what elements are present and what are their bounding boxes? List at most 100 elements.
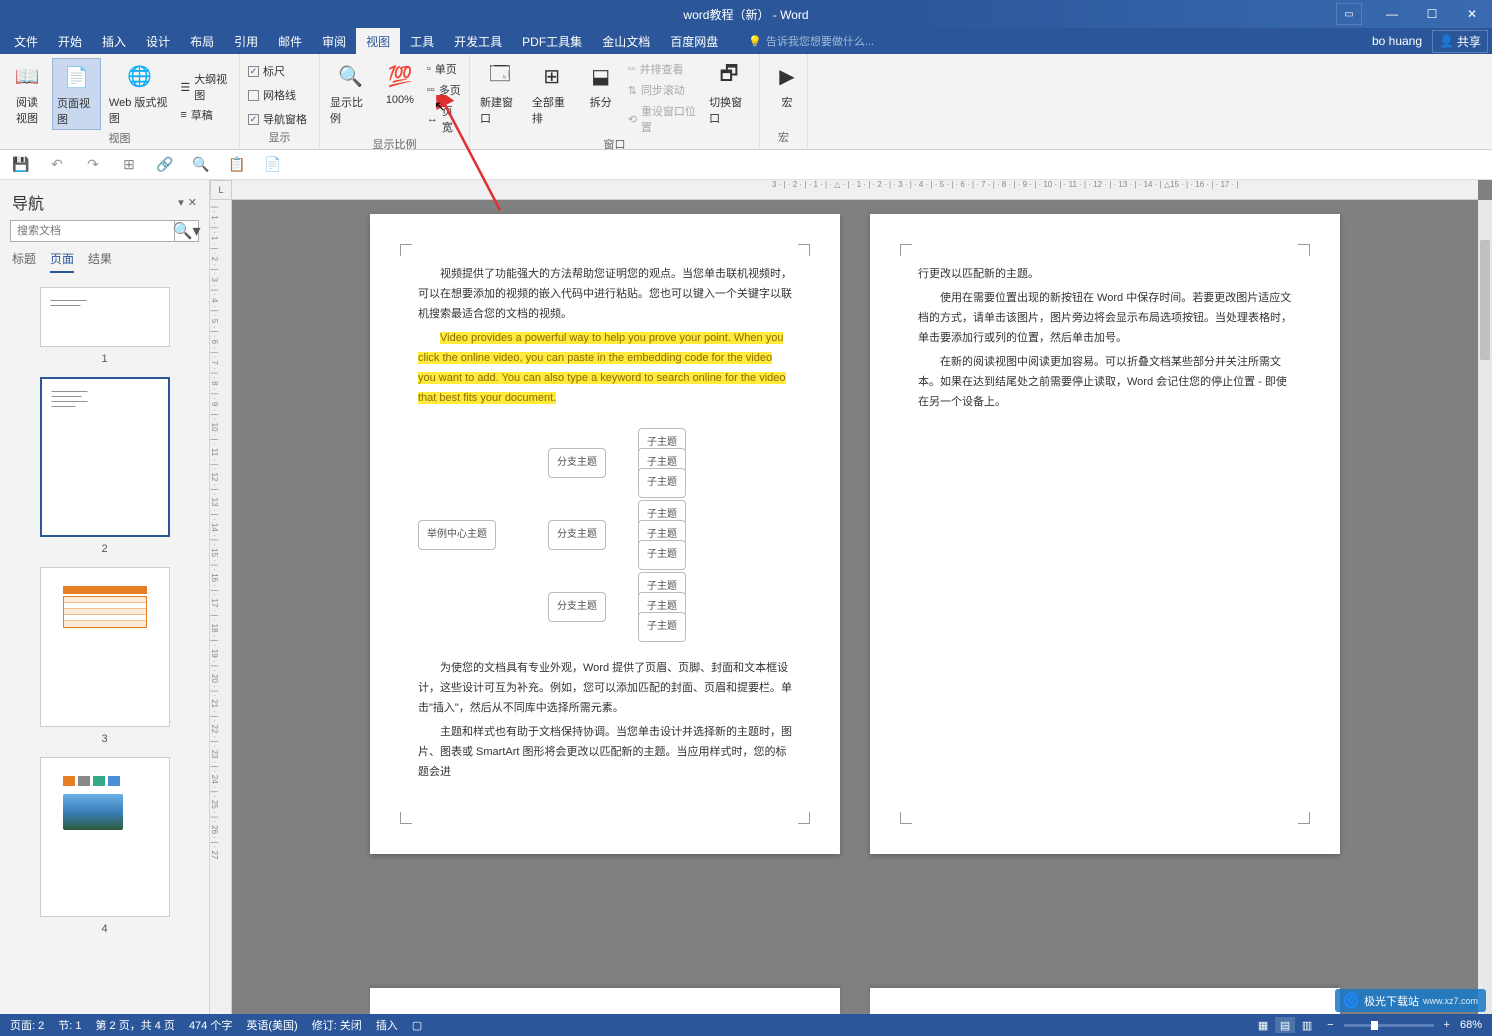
sync-scroll-button[interactable]: ⇅同步滚动: [626, 81, 701, 99]
nav-dropdown-icon[interactable]: ▾: [178, 196, 184, 209]
doc-paragraph: 使用在需要位置出现的新按钮在 Word 中保存时间。若要更改图片适应文档的方式，…: [918, 288, 1292, 348]
status-section[interactable]: 节: 1: [58, 1017, 81, 1033]
arrange-all-button[interactable]: ⊞ 全部重排: [528, 58, 576, 136]
menu-pdf[interactable]: PDF工具集: [512, 28, 592, 54]
read-mode-button[interactable]: 📖 阅读 视图: [6, 58, 48, 130]
print-layout-button[interactable]: 📄 页面视图: [52, 58, 101, 130]
document-page-3[interactable]: 行更改以匹配新的主题。 使用在需要位置出现的新按钮在 Word 中保存时间。若要…: [870, 214, 1340, 854]
globe-icon: 🌐: [124, 60, 156, 92]
page-thumb-4[interactable]: [40, 757, 170, 917]
close-button[interactable]: ✕: [1452, 0, 1492, 28]
menu-tools[interactable]: 工具: [400, 28, 444, 54]
ruler-checkbox[interactable]: ✓标尺: [246, 62, 313, 80]
menu-jinshan[interactable]: 金山文档: [592, 28, 660, 54]
preview-button[interactable]: 🔍: [192, 156, 210, 174]
doc-paragraph-highlighted: Video provides a powerful way to help yo…: [418, 328, 792, 408]
save-button[interactable]: 💾: [12, 156, 30, 174]
vertical-scrollbar[interactable]: [1478, 200, 1492, 1014]
undo-button[interactable]: ↶: [48, 156, 66, 174]
share-button[interactable]: 👤 共享: [1432, 30, 1488, 53]
watermark-badge: 🌀 极光下载站 www.xz7.com: [1335, 989, 1486, 1012]
ruler-corner[interactable]: L: [210, 180, 232, 200]
document-page-2[interactable]: 视频提供了功能强大的方法帮助您证明您的观点。当您单击联机视频时，可以在想要添加的…: [370, 214, 840, 854]
switch-windows-button[interactable]: 🗗 切换窗口: [705, 58, 753, 136]
menu-references[interactable]: 引用: [224, 28, 268, 54]
nav-tab-pages[interactable]: 页面: [50, 250, 74, 273]
tell-me-search[interactable]: 💡 告诉我您想要做什么...: [748, 33, 874, 49]
page-thumb-2[interactable]: ▬▬▬▬▬▬▬▬▬▬▬▬▬▬▬▬▬▬▬▬▬▬▬▬▬▬▬▬▬▬▬▬▬▬▬▬▬▬▬▬…: [40, 377, 170, 537]
nav-search: 🔍▾: [10, 220, 199, 242]
copy-button[interactable]: 📋: [228, 156, 246, 174]
one-page-button[interactable]: ▫单页: [425, 60, 463, 78]
nav-tab-headings[interactable]: 标题: [12, 250, 36, 273]
menu-layout[interactable]: 布局: [180, 28, 224, 54]
link-button[interactable]: 🔗: [156, 156, 174, 174]
reset-window-button[interactable]: ⟲重设窗口位置: [626, 102, 701, 136]
zoom-100-button[interactable]: 💯 100%: [379, 58, 421, 136]
menu-review[interactable]: 审阅: [312, 28, 356, 54]
page-thumb-3[interactable]: [40, 567, 170, 727]
redo-button[interactable]: ↷: [84, 156, 102, 174]
zoom-level[interactable]: 68%: [1460, 1019, 1482, 1031]
zoom-slider[interactable]: [1344, 1024, 1434, 1027]
split-icon: ⬓: [585, 60, 617, 92]
side-by-side-button[interactable]: ▫▫并排查看: [626, 60, 701, 78]
menu-design[interactable]: 设计: [136, 28, 180, 54]
vertical-ruler[interactable]: | · 1 · | · 1 · | · 2 · | · 3 · | · 4 · …: [210, 200, 232, 1014]
menu-baidu[interactable]: 百度网盘: [660, 28, 728, 54]
search-input[interactable]: [10, 220, 175, 242]
zoom-in-button[interactable]: +: [1444, 1019, 1450, 1031]
menu-home[interactable]: 开始: [48, 28, 92, 54]
zoom-button[interactable]: 🔍 显示比例: [326, 58, 375, 136]
minimize-button[interactable]: —: [1372, 0, 1412, 28]
search-button[interactable]: 🔍▾: [175, 220, 199, 242]
table-button[interactable]: ⊞: [120, 156, 138, 174]
zoom-out-button[interactable]: −: [1327, 1019, 1333, 1031]
mindmap-diagram: 举例中心主题 分支主题 分支主题 分支主题 子主题 子主题 子主题 子主题 子主…: [418, 428, 792, 638]
nav-close-icon[interactable]: ✕: [188, 196, 197, 209]
book-icon: 📖: [11, 60, 43, 92]
multi-page-button[interactable]: ▫▫多页: [425, 81, 463, 99]
page-thumb-1[interactable]: ▬▬▬▬▬▬▬▬▬▬▬▬▬▬▬▬▬▬▬▬▬▬: [40, 287, 170, 347]
ribbon-display-options[interactable]: ▭: [1336, 3, 1362, 25]
status-track-changes[interactable]: 修订: 关闭: [312, 1017, 362, 1033]
macro-icon: ▶: [771, 60, 803, 92]
username-label[interactable]: bo huang: [1372, 34, 1422, 48]
status-insert-mode[interactable]: 插入: [376, 1017, 398, 1033]
outline-view-button[interactable]: ☰大纲视图: [178, 70, 233, 104]
status-language[interactable]: 英语(美国): [246, 1017, 297, 1033]
status-page-count[interactable]: 第 2 页，共 4 页: [95, 1017, 174, 1033]
macros-button[interactable]: ▶ 宏: [766, 58, 808, 112]
draft-view-button[interactable]: ≡草稿: [178, 106, 233, 124]
newwin-icon: 🗔: [484, 60, 516, 92]
menu-mailings[interactable]: 邮件: [268, 28, 312, 54]
new-window-button[interactable]: 🗔 新建窗口: [476, 58, 524, 136]
menu-dev[interactable]: 开发工具: [444, 28, 512, 54]
scrollbar-thumb[interactable]: [1480, 240, 1490, 360]
nav-tab-results[interactable]: 结果: [88, 250, 112, 273]
draft-icon: ≡: [180, 109, 186, 121]
multipage-icon: ▫▫: [427, 84, 435, 96]
document-page-4-peek[interactable]: [370, 988, 840, 1014]
new-button[interactable]: 📄: [264, 156, 282, 174]
maximize-button[interactable]: ☐: [1412, 0, 1452, 28]
view-mode-read[interactable]: ▦: [1253, 1017, 1273, 1033]
web-layout-button[interactable]: 🌐 Web 版式视图: [105, 58, 174, 130]
sidebyside-icon: ▫▫: [628, 63, 636, 75]
status-page[interactable]: 页面: 2: [10, 1017, 44, 1033]
arrange-icon: ⊞: [536, 60, 568, 92]
navpane-checkbox[interactable]: ✓导航窗格: [246, 110, 313, 128]
menu-view[interactable]: 视图: [356, 28, 400, 54]
view-mode-web[interactable]: ▥: [1297, 1017, 1317, 1033]
status-macro-record[interactable]: ▢: [412, 1019, 422, 1032]
gridlines-checkbox[interactable]: 网格线: [246, 86, 313, 104]
split-button[interactable]: ⬓ 拆分: [580, 58, 622, 136]
horizontal-ruler[interactable]: 3 · | · 2 · | · 1 · | · △ · | · 1 · | · …: [232, 180, 1478, 200]
status-word-count[interactable]: 474 个字: [189, 1017, 232, 1033]
watermark-logo-icon: 🌀: [1343, 992, 1360, 1009]
document-page-5-peek[interactable]: [870, 988, 1340, 1014]
menu-file[interactable]: 文件: [4, 28, 48, 54]
menu-insert[interactable]: 插入: [92, 28, 136, 54]
view-mode-print[interactable]: ▤: [1275, 1017, 1295, 1033]
mm-sub-node: 子主题: [638, 612, 686, 642]
